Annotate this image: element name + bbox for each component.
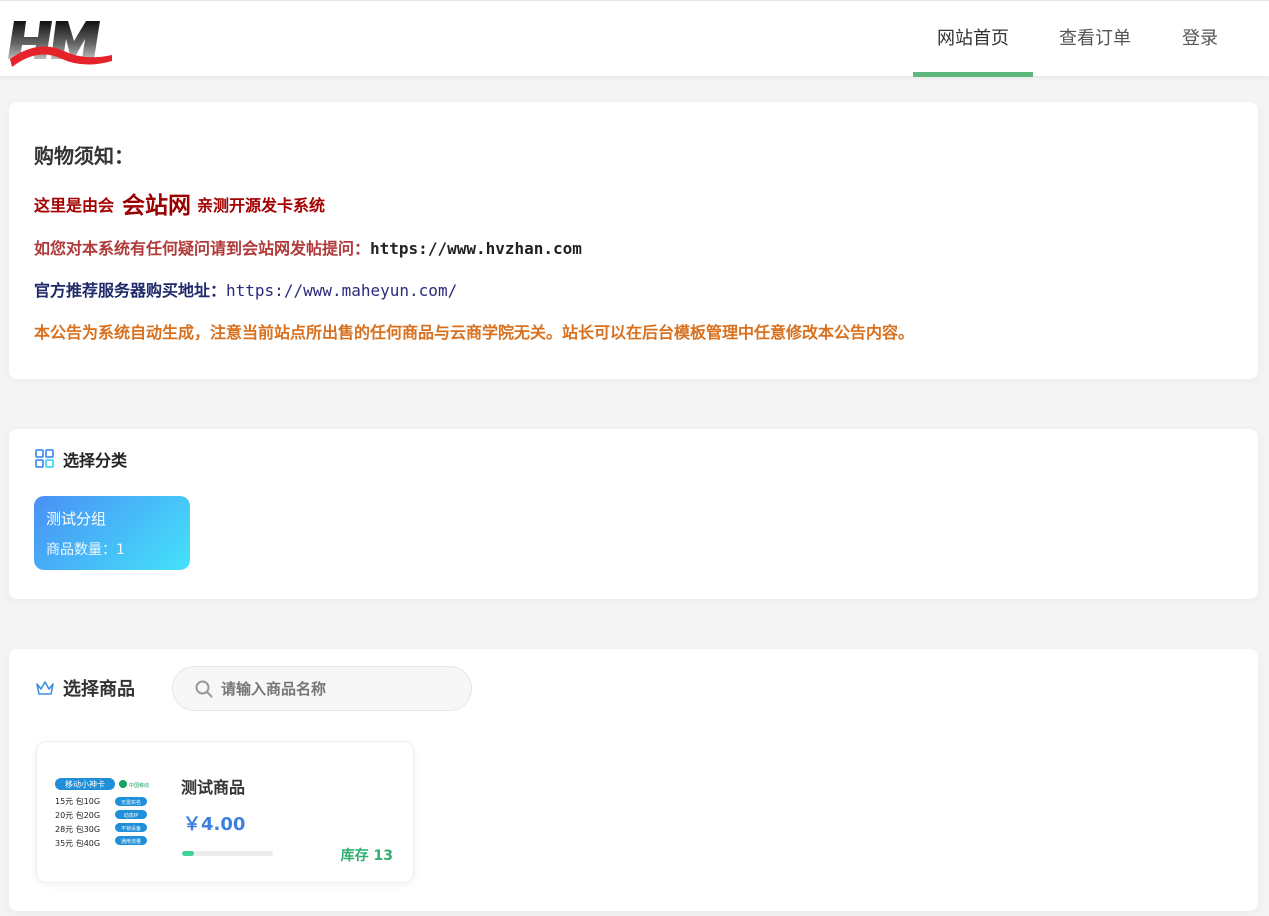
category-count: 商品数量：1 xyxy=(46,542,125,558)
notice-line-server: 官方推荐服务器购买地址：https://www.maheyun.com/ xyxy=(34,277,457,301)
thumb-tag-4: 通用流量 xyxy=(121,838,141,845)
nav-login[interactable]: 登录 xyxy=(1157,1,1243,77)
category-name: 测试分组 xyxy=(46,510,107,528)
category-tile[interactable]: 测试分组 商品数量：1 xyxy=(34,496,190,570)
site-logo[interactable] xyxy=(8,15,116,73)
stock-progress-bar xyxy=(182,851,273,856)
goods-card: 选择商品 移动小神卡 中国移动 15元 包10G 20元 包20G 28元 包3… xyxy=(9,649,1258,911)
category-section-title: 选择分类 xyxy=(63,451,128,470)
notice-brand: 会站网 xyxy=(122,193,192,219)
goods-section-header: 选择商品 xyxy=(35,675,135,701)
product-search-box[interactable] xyxy=(172,666,472,711)
thumb-carrier-text: 中国移动 xyxy=(129,782,149,789)
search-icon xyxy=(195,680,213,697)
notice-title: 购物须知： xyxy=(34,144,134,168)
notice-server-text: 官方推荐服务器购买地址： xyxy=(34,281,227,300)
notice-line-disclaimer: 本公告为系统自动生成，注意当前站点所出售的任何商品与云商学院无关。站长可以在后台… xyxy=(34,323,915,342)
thumb-plan-1: 15元 包10G xyxy=(55,796,100,806)
product-card[interactable]: 移动小神卡 中国移动 15元 包10G 20元 包20G 28元 包30G 35… xyxy=(36,741,414,883)
product-search-input[interactable] xyxy=(221,679,451,698)
thumb-badge-text: 移动小神卡 xyxy=(65,779,105,789)
notice-line-support: 如您对本系统有任何疑问请到会站网发帖提问：https://www.hvzhan.… xyxy=(34,235,582,259)
notice-server-link[interactable]: https://www.maheyun.com/ xyxy=(226,281,457,300)
product-price: ￥4.00 xyxy=(183,814,246,835)
notice-support-link[interactable]: https://www.hvzhan.com xyxy=(370,239,582,258)
thumb-tag-3: 不锁设备 xyxy=(121,825,141,832)
category-section-header: 选择分类 xyxy=(35,447,127,471)
stock-progress-fill xyxy=(182,851,194,856)
nav-orders[interactable]: 查看订单 xyxy=(1033,1,1157,77)
nav-active-indicator xyxy=(913,72,1033,77)
notice-intro-suffix: 亲测开源发卡系统 xyxy=(197,196,326,215)
thumb-plan-4: 35元 包40G xyxy=(55,838,100,848)
stock-label: 库存 13 xyxy=(340,848,393,864)
thumb-plan-3: 28元 包30G xyxy=(55,824,100,834)
notice-line-intro: 这里是由会 会站网 亲测开源发卡系统 xyxy=(34,186,325,220)
nav-orders-label: 查看订单 xyxy=(1059,28,1131,49)
notice-card: 购物须知： 这里是由会 会站网 亲测开源发卡系统 如您对本系统有任何疑问请到会站网发… xyxy=(9,102,1258,379)
notice-intro-prefix: 这里是由会 xyxy=(34,196,115,215)
product-thumbnail: 移动小神卡 中国移动 15元 包10G 20元 包20G 28元 包30G 35… xyxy=(55,778,149,848)
goods-section-title: 选择商品 xyxy=(63,679,135,700)
thumb-plan-2: 20元 包20G xyxy=(55,810,100,820)
top-header: 网站首页 查看订单 登录 xyxy=(0,0,1269,77)
main-nav: 网站首页 查看订单 登录 xyxy=(913,1,1243,77)
product-name: 测试商品 xyxy=(181,778,246,797)
crown-icon xyxy=(36,681,54,695)
nav-home[interactable]: 网站首页 xyxy=(913,1,1033,77)
notice-support-text: 如您对本系统有任何疑问请到会站网发帖提问： xyxy=(34,239,371,258)
thumb-tag-2: 动态IP xyxy=(124,812,139,819)
nav-home-label: 网站首页 xyxy=(937,28,1009,49)
thumb-tag-1: 无需实名 xyxy=(121,799,141,806)
category-card: 选择分类 测试分组 商品数量：1 xyxy=(9,429,1258,599)
nav-login-label: 登录 xyxy=(1182,28,1218,49)
category-grid-icon xyxy=(35,449,54,468)
